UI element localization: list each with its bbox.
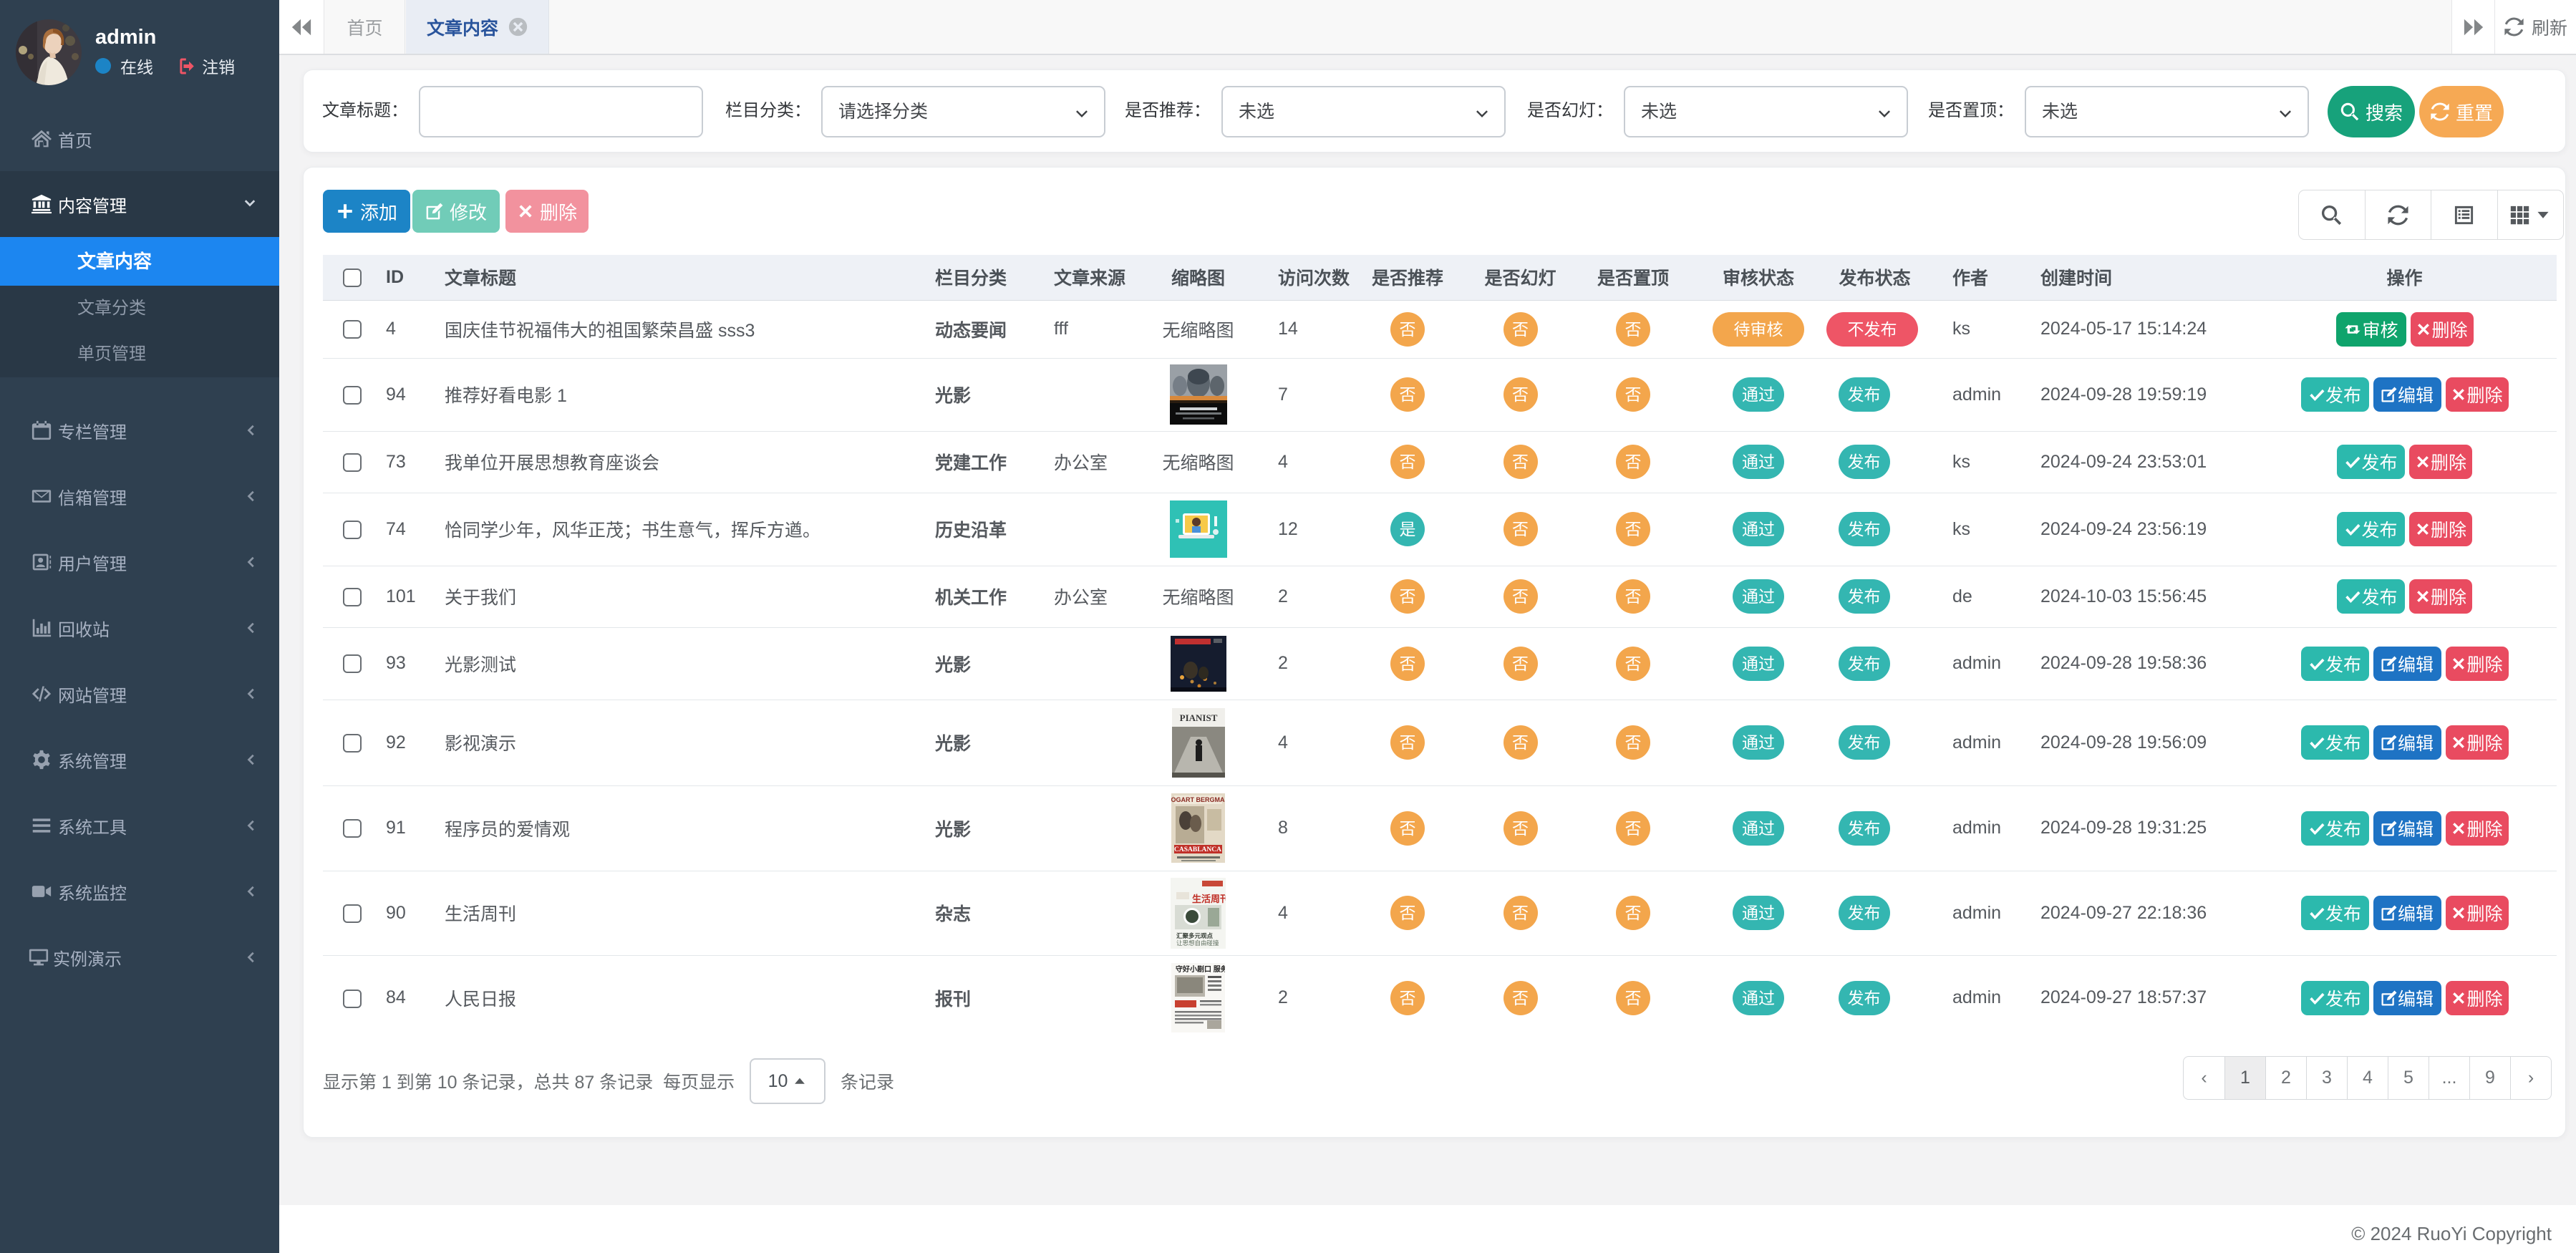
svg-text:汇聚多元观点: 汇聚多元观点: [1176, 932, 1214, 939]
svg-text:生活周刊: 生活周刊: [1192, 894, 1226, 904]
svg-text:PIANIST: PIANIST: [1179, 712, 1217, 723]
svg-text:守好小剧口 服务大民生: 守好小剧口 服务大民生: [1176, 964, 1225, 974]
svg-text:CASABLANCA: CASABLANCA: [1174, 846, 1221, 853]
svg-text:让思想自由碰撞: 让思想自由碰撞: [1176, 939, 1219, 947]
svg-text:BOGART BERGMAN: BOGART BERGMAN: [1171, 796, 1225, 803]
